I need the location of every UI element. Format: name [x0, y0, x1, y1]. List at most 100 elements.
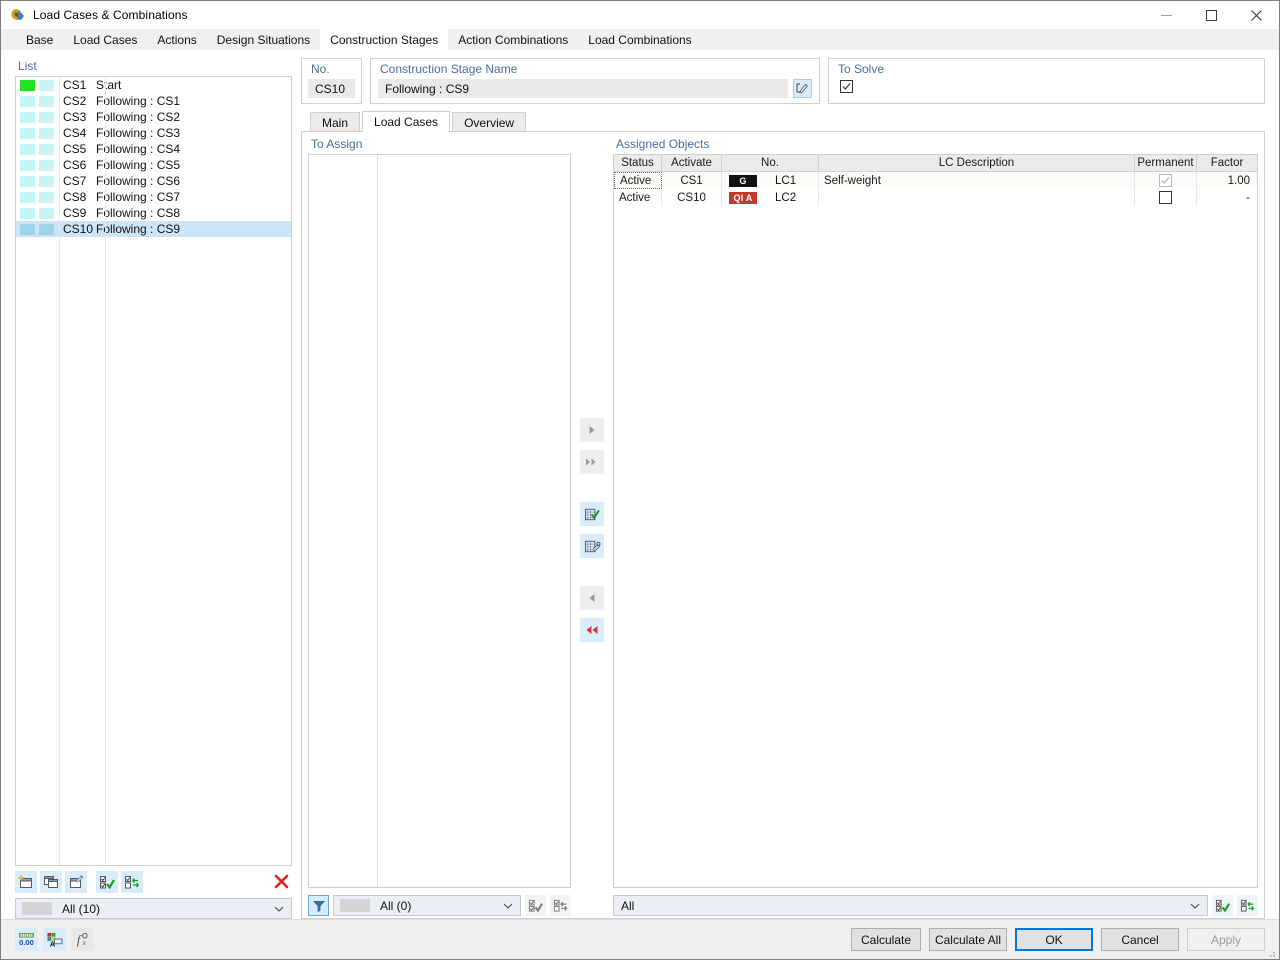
- to-assign-column: To Assign All (0): [302, 132, 571, 918]
- cell-factor[interactable]: -: [1197, 189, 1257, 206]
- new-item-button[interactable]: [15, 871, 37, 893]
- stage-color-swatch-primary: [20, 175, 35, 187]
- cell-activate[interactable]: CS1: [662, 172, 722, 189]
- to-assign-filter-combo[interactable]: All (0): [333, 895, 521, 916]
- cancel-button[interactable]: Cancel: [1101, 928, 1179, 951]
- decimal-places-button[interactable]: 0.00: [15, 928, 38, 951]
- list-item[interactable]: CS4 Following : CS3: [16, 125, 291, 141]
- tab-base[interactable]: Base: [16, 29, 64, 50]
- construction-stage-list[interactable]: CS1 Start CS2 Following : CS1 CS3 Follow…: [15, 76, 292, 866]
- column-header-status[interactable]: Status: [614, 155, 662, 171]
- apply-button: Apply: [1187, 928, 1265, 951]
- cell-status[interactable]: Active: [614, 172, 662, 189]
- select-all-to-assign-button[interactable]: [525, 895, 546, 916]
- list-item[interactable]: CS7 Following : CS6: [16, 173, 291, 189]
- close-button[interactable]: [1234, 1, 1279, 29]
- assign-selected-button[interactable]: [580, 418, 604, 442]
- invert-assigned-button[interactable]: [1237, 895, 1258, 916]
- construction-stage-list-panel: List CS1 Start CS2 Following : CS1 CS3 F…: [15, 58, 292, 919]
- list-item[interactable]: CS8 Following : CS7: [16, 189, 291, 205]
- list-item[interactable]: CS9 Following : CS8: [16, 205, 291, 221]
- assigned-filter-combo[interactable]: All: [613, 895, 1208, 916]
- list-item[interactable]: CS6 Following : CS5: [16, 157, 291, 173]
- edit-item-button[interactable]: [65, 871, 87, 893]
- list-item-name: Following : CS2: [96, 110, 181, 124]
- invert-to-assign-button[interactable]: [550, 895, 571, 916]
- cell-no[interactable]: G LC1: [722, 172, 819, 189]
- tab-load-combinations[interactable]: Load Combinations: [578, 29, 702, 50]
- list-item[interactable]: CS5 Following : CS4: [16, 141, 291, 157]
- edit-load-case-button[interactable]: [580, 534, 604, 558]
- delete-button[interactable]: [270, 870, 292, 892]
- list-item[interactable]: CS1 Start: [16, 77, 291, 93]
- chevron-down-icon: [503, 896, 513, 915]
- copy-item-button[interactable]: [40, 871, 62, 893]
- ok-button[interactable]: OK: [1015, 928, 1093, 951]
- calculate-all-button[interactable]: Calculate All: [929, 928, 1007, 951]
- select-all-button[interactable]: [96, 871, 118, 893]
- maximize-button[interactable]: [1189, 1, 1234, 29]
- list-item[interactable]: CS2 Following : CS1: [16, 93, 291, 109]
- invert-selection-button[interactable]: [121, 871, 143, 893]
- select-all-assigned-button[interactable]: [1212, 895, 1233, 916]
- column-header-activate[interactable]: Activate: [662, 155, 722, 171]
- stage-color-swatch-primary: [20, 159, 35, 171]
- table-row[interactable]: Active CS10 QI A LC2 -: [614, 189, 1257, 206]
- to-assign-list[interactable]: [308, 154, 571, 888]
- inner-tab-overview[interactable]: Overview: [452, 112, 527, 132]
- tab-design-situations[interactable]: Design Situations: [206, 29, 321, 50]
- assign-all-button[interactable]: [580, 450, 604, 474]
- formula-button[interactable]: f x: [71, 928, 94, 951]
- inner-tab-load-cases[interactable]: Load Cases: [362, 111, 451, 132]
- unassign-all-button[interactable]: [580, 618, 604, 642]
- window-controls: [1144, 1, 1279, 29]
- cell-permanent[interactable]: [1135, 172, 1197, 189]
- main-tab-strip: Base Load Cases Actions Design Situation…: [1, 29, 1279, 50]
- funnel-icon[interactable]: [308, 895, 329, 916]
- chevron-down-icon: [274, 899, 284, 918]
- list-filter-combo[interactable]: All (10): [15, 898, 292, 919]
- minimize-button[interactable]: [1144, 1, 1189, 29]
- edit-pencil-icon[interactable]: [793, 79, 812, 98]
- table-row[interactable]: Active CS1 G LC1 Self-weight 1.00: [614, 172, 1257, 189]
- cell-description[interactable]: Self-weight: [819, 172, 1135, 189]
- content-area: List CS1 Start CS2 Following : CS1 CS3 F…: [1, 50, 1279, 919]
- list-item-name: Following : CS9: [96, 222, 181, 236]
- permanent-checkbox-unchecked[interactable]: [1159, 191, 1172, 204]
- stage-no-field[interactable]: CS10: [308, 79, 355, 98]
- new-load-case-button[interactable]: [580, 502, 604, 526]
- column-header-description[interactable]: LC Description: [819, 155, 1135, 171]
- unassign-selected-button[interactable]: [580, 586, 604, 610]
- tab-action-combinations[interactable]: Action Combinations: [448, 29, 579, 50]
- footer-left-buttons: 0.00 A f x: [15, 928, 94, 951]
- cell-permanent[interactable]: [1135, 189, 1197, 206]
- inner-tab-main[interactable]: Main: [310, 112, 361, 132]
- cell-factor[interactable]: 1.00: [1197, 172, 1257, 189]
- cell-no[interactable]: QI A LC2: [722, 189, 819, 206]
- column-header-permanent[interactable]: Permanent: [1135, 155, 1197, 171]
- load-category-badge: QI A: [729, 191, 757, 204]
- cell-description[interactable]: [819, 189, 1135, 206]
- to-solve-check-wrap: [829, 76, 1264, 94]
- stage-name-field[interactable]: Following : CS9: [378, 79, 788, 98]
- footer-right-buttons: Calculate Calculate All OK Cancel Apply: [851, 928, 1265, 951]
- to-solve-checkbox[interactable]: [840, 80, 853, 93]
- list-item-id: CS9: [63, 206, 87, 220]
- list-item[interactable]: CS3 Following : CS2: [16, 109, 291, 125]
- calculate-button[interactable]: Calculate: [851, 928, 921, 951]
- resize-grip[interactable]: [1266, 947, 1276, 957]
- cell-activate[interactable]: CS10: [662, 189, 722, 206]
- stage-color-swatch-secondary: [39, 143, 54, 155]
- tab-actions[interactable]: Actions: [147, 29, 207, 50]
- units-button[interactable]: A: [43, 928, 66, 951]
- tab-construction-stages[interactable]: Construction Stages: [320, 29, 449, 50]
- assigned-objects-grid[interactable]: Status Activate No. LC Description Perma…: [613, 154, 1258, 888]
- column-header-no[interactable]: No.: [722, 155, 819, 171]
- column-header-factor[interactable]: Factor: [1197, 155, 1257, 171]
- list-item-selected[interactable]: CS10 Following : CS9: [16, 221, 291, 237]
- permanent-checkbox-checked-disabled: [1159, 174, 1172, 187]
- cell-status[interactable]: Active: [614, 189, 662, 206]
- stage-color-swatch-secondary: [39, 175, 54, 187]
- list-item-name: Following : CS4: [96, 142, 181, 156]
- tab-load-cases[interactable]: Load Cases: [63, 29, 148, 50]
